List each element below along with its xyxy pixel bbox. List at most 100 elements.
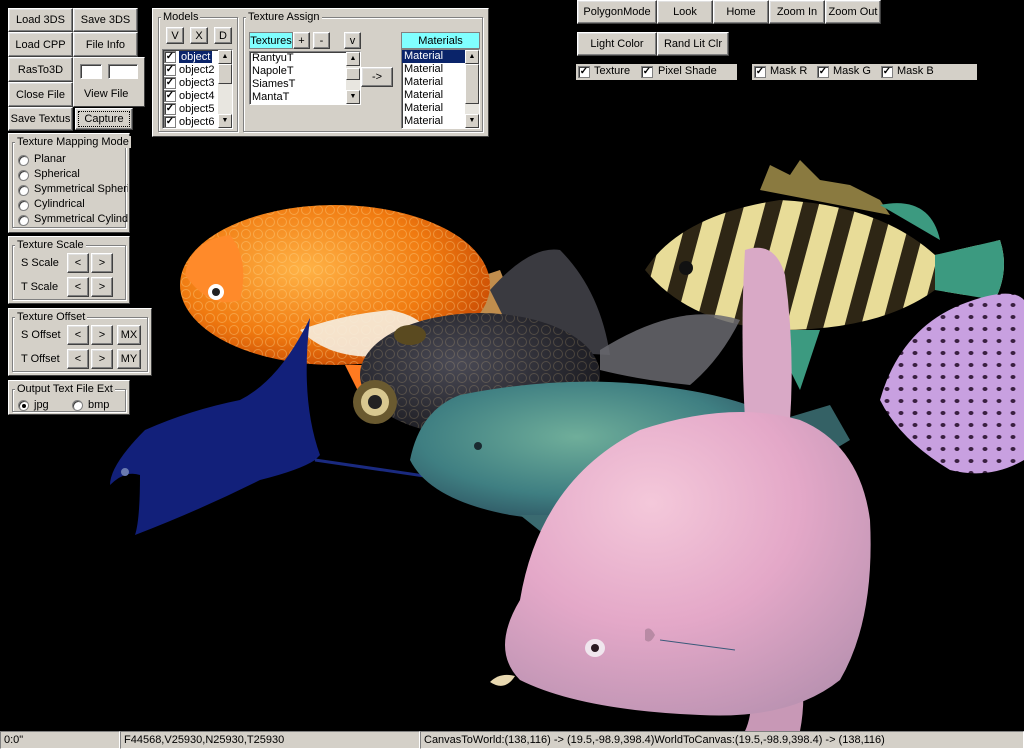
zoom-in-button[interactable]: Zoom In <box>769 0 825 24</box>
label-spherical[interactable]: Spherical <box>34 168 80 181</box>
t-offset-decrease-button[interactable]: < <box>67 349 89 369</box>
model-checkbox[interactable]: ✓ <box>164 51 176 63</box>
save-3ds-button[interactable]: Save 3DS <box>73 8 138 32</box>
models-scrollbar[interactable]: ▲ ▼ <box>218 50 232 128</box>
model-checkbox[interactable]: ✓ <box>164 64 176 76</box>
textures-list[interactable]: RantyuT NapoleT SiamesT MantaT ▲ ▼ <box>249 51 361 105</box>
scroll-up-icon[interactable]: ▲ <box>465 50 479 64</box>
list-item[interactable]: NapoleT <box>250 65 360 78</box>
model-name: object2 <box>179 64 215 76</box>
mask-r-checkbox[interactable]: ✓ <box>754 66 766 78</box>
assign-texture-button[interactable]: -> <box>361 67 393 87</box>
radio-planar[interactable] <box>18 155 29 166</box>
t-offset-increase-button[interactable]: > <box>91 349 113 369</box>
radio-symmetrical-cylindrical[interactable] <box>18 215 29 226</box>
remove-texture-button[interactable]: - <box>313 32 330 49</box>
rand-lit-clr-button[interactable]: Rand Lit Clr <box>657 32 729 56</box>
materials-list[interactable]: Material Material Material Material Mate… <box>401 49 480 129</box>
radio-spherical[interactable] <box>18 170 29 181</box>
home-button[interactable]: Home <box>713 0 769 24</box>
texture-offset-panel: Texture Offset S Offset < > MX T Offset … <box>8 308 152 376</box>
model-name: object <box>179 51 213 63</box>
radio-cylindrical[interactable] <box>18 200 29 211</box>
scroll-down-icon[interactable]: ▼ <box>465 114 479 128</box>
models-list[interactable]: ✓ object ✓ object2 ✓ object3 ✓ object4 ✓ obje… <box>162 49 233 129</box>
radio-symmetrical-spherical[interactable] <box>18 185 29 196</box>
label-symmetrical-cylindrical[interactable]: Symmetrical Cylindri <box>34 213 128 226</box>
label-jpg[interactable]: jpg <box>34 399 49 412</box>
scroll-down-icon[interactable]: ▼ <box>346 90 360 104</box>
list-item[interactable]: ✓ object2 <box>163 64 220 77</box>
close-file-button[interactable]: Close File <box>8 82 73 107</box>
list-item[interactable]: ✓ object4 <box>163 90 220 103</box>
list-item[interactable]: ✓ object6 <box>163 116 220 128</box>
save-textus-button[interactable]: Save Textus <box>8 107 73 131</box>
mask-b-checkbox[interactable]: ✓ <box>881 66 893 78</box>
label-symmetrical-spherical[interactable]: Symmetrical Spheric <box>34 183 128 196</box>
view-file-edit-left[interactable] <box>80 64 102 79</box>
mask-g-checkbox[interactable]: ✓ <box>817 66 829 78</box>
mask-options-row: ✓ Mask R ✓ Mask G ✓ Mask B <box>752 64 977 80</box>
materials-scrollbar[interactable]: ▲ ▼ <box>465 50 479 128</box>
zoom-out-button[interactable]: Zoom Out <box>825 0 881 24</box>
t-scale-decrease-button[interactable]: < <box>67 277 89 297</box>
view-file-label[interactable]: View File <box>84 88 128 101</box>
mirror-y-button[interactable]: MY <box>117 349 141 369</box>
list-item[interactable]: ✓ object <box>163 51 220 64</box>
s-offset-label: S Offset <box>21 329 61 341</box>
texture-view-button[interactable]: v <box>344 32 361 49</box>
light-color-button[interactable]: Light Color <box>577 32 657 56</box>
list-item[interactable]: MantaT <box>250 91 360 104</box>
pixel-shade-checkbox[interactable]: ✓ <box>641 66 653 78</box>
s-offset-decrease-button[interactable]: < <box>67 325 89 345</box>
s-scale-decrease-button[interactable]: < <box>67 253 89 273</box>
list-item[interactable]: Material <box>402 50 465 63</box>
pixel-shade-checkbox-label[interactable]: Pixel Shade <box>658 65 717 78</box>
texture-checkbox-label[interactable]: Texture <box>594 65 630 78</box>
texture-assign-title: Texture Assign <box>246 11 322 23</box>
textures-scrollbar[interactable]: ▲ ▼ <box>346 52 360 104</box>
model-checkbox[interactable]: ✓ <box>164 116 176 128</box>
label-cylindrical[interactable]: Cylindrical <box>34 198 85 211</box>
polygon-mode-button[interactable]: PolygonMode <box>577 0 657 24</box>
look-button[interactable]: Look <box>657 0 713 24</box>
texture-checkbox[interactable]: ✓ <box>578 66 590 78</box>
s-offset-increase-button[interactable]: > <box>91 325 113 345</box>
radio-jpg[interactable] <box>18 400 29 411</box>
models-view-button[interactable]: V <box>166 27 184 44</box>
load-3ds-button[interactable]: Load 3DS <box>8 8 73 32</box>
scroll-down-icon[interactable]: ▼ <box>218 114 232 128</box>
model-name: object4 <box>179 90 215 102</box>
mask-g-checkbox-label[interactable]: Mask G <box>833 65 871 78</box>
list-item[interactable]: RantyuT <box>250 52 360 65</box>
radio-bmp[interactable] <box>72 400 83 411</box>
scroll-thumb[interactable] <box>346 68 360 80</box>
models-duplicate-button[interactable]: D <box>214 27 232 44</box>
view-file-edit-right[interactable] <box>108 64 138 79</box>
label-planar[interactable]: Planar <box>34 153 66 166</box>
list-item[interactable]: ✓ object3 <box>163 77 220 90</box>
scroll-thumb[interactable] <box>465 64 479 104</box>
list-item[interactable]: SiamesT <box>250 78 360 91</box>
mirror-x-button[interactable]: MX <box>117 325 141 345</box>
texture-mapping-panel: Texture Mapping Mode Planar Spherical Sy… <box>8 133 131 233</box>
mask-b-checkbox-label[interactable]: Mask B <box>897 65 934 78</box>
file-info-button[interactable]: File Info <box>73 32 138 57</box>
scroll-up-icon[interactable]: ▲ <box>218 50 232 64</box>
model-checkbox[interactable]: ✓ <box>164 77 176 89</box>
list-item[interactable]: ✓ object5 <box>163 103 220 116</box>
model-name: object5 <box>179 103 215 115</box>
capture-button[interactable]: Capture <box>75 108 133 130</box>
mask-r-checkbox-label[interactable]: Mask R <box>770 65 807 78</box>
model-checkbox[interactable]: ✓ <box>164 103 176 115</box>
model-checkbox[interactable]: ✓ <box>164 90 176 102</box>
load-cpp-button[interactable]: Load CPP <box>8 32 73 57</box>
models-delete-button[interactable]: X <box>190 27 208 44</box>
scroll-thumb[interactable] <box>218 64 232 84</box>
s-scale-increase-button[interactable]: > <box>91 253 113 273</box>
scroll-up-icon[interactable]: ▲ <box>346 52 360 66</box>
add-texture-button[interactable]: + <box>293 32 310 49</box>
ras-to-3d-button[interactable]: RasTo3D <box>8 57 73 82</box>
label-bmp[interactable]: bmp <box>88 399 109 412</box>
t-scale-increase-button[interactable]: > <box>91 277 113 297</box>
